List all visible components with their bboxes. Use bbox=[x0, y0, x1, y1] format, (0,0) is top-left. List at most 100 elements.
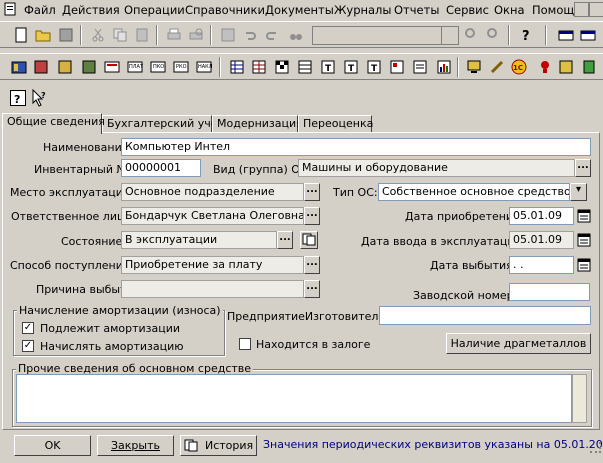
open-folder-icon[interactable] bbox=[35, 27, 51, 43]
monitor-icon[interactable] bbox=[466, 59, 482, 75]
menu-actions[interactable]: Действия bbox=[62, 3, 120, 17]
help-question-icon[interactable]: ? bbox=[518, 27, 534, 44]
menu-operations[interactable]: Операции bbox=[124, 3, 185, 17]
platezh-doc-icon[interactable]: ПЛАТ bbox=[127, 59, 144, 75]
disposal-reason-field[interactable] bbox=[121, 280, 304, 298]
alert-icon[interactable] bbox=[537, 59, 553, 75]
tools-icon[interactable] bbox=[489, 59, 505, 75]
state-field[interactable]: В эксплуатации bbox=[121, 231, 277, 249]
asset-group-field[interactable]: Машины и оборудование bbox=[298, 159, 575, 177]
report-analysis-icon[interactable] bbox=[389, 59, 405, 75]
pledge-checkbox[interactable] bbox=[239, 338, 251, 350]
invoice-doc-icon[interactable]: НАКЛ bbox=[196, 59, 213, 75]
tab-revaluation[interactable]: Переоценка bbox=[298, 115, 373, 133]
payment-order-icon[interactable] bbox=[104, 59, 120, 75]
entries-journal-icon[interactable] bbox=[57, 59, 73, 75]
receipt-method-label: Способ поступления: bbox=[10, 259, 134, 272]
other-info-textarea[interactable] bbox=[16, 374, 572, 423]
resize-grip-icon[interactable] bbox=[590, 442, 601, 453]
menu-documents[interactable]: Документы bbox=[265, 3, 334, 17]
accrue-amortization-label: Начислять амортизацию bbox=[40, 340, 184, 353]
asset-type-dropdown-icon[interactable]: ▾ bbox=[570, 183, 587, 201]
menu-windows[interactable]: Окна bbox=[494, 3, 525, 17]
report-card-icon[interactable] bbox=[412, 59, 428, 75]
operation-date-field[interactable]: 05.01.09 bbox=[509, 231, 574, 249]
settings-icon[interactable] bbox=[558, 59, 574, 75]
receipt-method-field[interactable]: Приобретение за плату bbox=[121, 256, 304, 274]
disposal-date-field[interactable]: . . bbox=[509, 256, 574, 274]
amortization-subject-label: Подлежит амортизации bbox=[40, 322, 181, 335]
exit-icon[interactable] bbox=[581, 59, 597, 75]
name-field[interactable]: Компьютер Интел bbox=[121, 138, 591, 156]
find-next-icon[interactable] bbox=[464, 27, 480, 43]
report-t3-icon[interactable]: T bbox=[366, 59, 382, 75]
responsible-field[interactable]: Бондарчук Светлана Олеговна bbox=[121, 207, 304, 225]
precious-metals-button[interactable]: Наличие драгметаллов bbox=[446, 333, 591, 354]
operation-calendar-icon[interactable] bbox=[577, 233, 591, 247]
amortization-subject-checkbox[interactable]: ✓ bbox=[22, 322, 34, 334]
operations-journal-icon[interactable] bbox=[33, 59, 49, 75]
context-help-icon[interactable]: ? bbox=[31, 88, 47, 107]
properties-icon[interactable] bbox=[220, 27, 236, 43]
menu-file[interactable]: Файл bbox=[24, 3, 56, 17]
report-list-icon[interactable] bbox=[297, 59, 313, 75]
calendar-icon[interactable] bbox=[580, 27, 596, 43]
menu-service[interactable]: Сервис bbox=[446, 3, 489, 17]
asset-type-select[interactable]: Собственное основное средство bbox=[378, 183, 570, 201]
report-grid-icon[interactable] bbox=[229, 59, 245, 75]
report-t2-icon[interactable]: T bbox=[343, 59, 359, 75]
history-button[interactable]: История bbox=[180, 435, 257, 456]
acquisition-calendar-icon[interactable] bbox=[577, 209, 591, 223]
receipt-method-select-button[interactable]: ... bbox=[304, 256, 320, 274]
calculator-icon[interactable] bbox=[558, 27, 574, 43]
print-preview-icon[interactable] bbox=[188, 27, 204, 43]
tab-accounting[interactable]: Бухгалтерский учет bbox=[102, 115, 224, 133]
report-t-icon[interactable]: T bbox=[320, 59, 336, 75]
print-icon[interactable] bbox=[166, 27, 182, 43]
asset-group-select-button[interactable]: ... bbox=[575, 159, 591, 177]
redo-icon[interactable] bbox=[264, 27, 280, 43]
serial-number-field[interactable] bbox=[509, 283, 590, 301]
location-field[interactable]: Основное подразделение bbox=[121, 183, 304, 201]
menu-reports[interactable]: Отчеты bbox=[394, 3, 439, 17]
disposal-reason-select-button[interactable]: ... bbox=[304, 280, 320, 298]
find-icon[interactable] bbox=[288, 27, 304, 43]
inventory-number-field[interactable]: 00000001 bbox=[121, 159, 201, 177]
location-select-button[interactable]: ... bbox=[304, 183, 320, 201]
report-table-icon[interactable] bbox=[251, 59, 267, 75]
responsible-select-button[interactable]: ... bbox=[304, 207, 320, 225]
balance-icon[interactable] bbox=[81, 59, 97, 75]
help-icon[interactable]: ? bbox=[10, 90, 26, 106]
chart-accounts-icon[interactable] bbox=[11, 59, 27, 75]
tab-general[interactable]: Общие сведения bbox=[2, 113, 105, 134]
disposal-calendar-icon[interactable] bbox=[577, 258, 591, 272]
rko-doc-icon[interactable]: РКО bbox=[173, 59, 189, 75]
menu-references[interactable]: Справочники bbox=[185, 3, 265, 17]
paste-icon[interactable] bbox=[134, 27, 150, 43]
ok-button[interactable]: OK bbox=[14, 435, 91, 456]
menu-journals[interactable]: Журналы bbox=[334, 3, 392, 17]
restore-icon[interactable] bbox=[589, 2, 603, 17]
close-button[interactable]: Закрыть bbox=[97, 435, 174, 456]
svg-text:?: ? bbox=[522, 29, 530, 43]
tab-modernization[interactable]: Модернизация bbox=[212, 115, 303, 133]
report-checker-icon[interactable] bbox=[274, 59, 290, 75]
svg-text:РКО: РКО bbox=[176, 64, 187, 70]
minimize-icon[interactable] bbox=[574, 2, 589, 17]
report-chart-icon[interactable] bbox=[436, 59, 452, 75]
1c-logo-icon[interactable]: 1С bbox=[511, 59, 527, 75]
manufacturer-field[interactable] bbox=[379, 306, 591, 325]
accrue-amortization-checkbox[interactable]: ✓ bbox=[22, 340, 34, 352]
other-info-scrollbar[interactable] bbox=[572, 374, 587, 423]
state-select-button[interactable]: ... bbox=[277, 231, 293, 249]
undo-icon[interactable] bbox=[242, 27, 258, 43]
new-document-icon[interactable] bbox=[13, 27, 29, 43]
pko-doc-icon[interactable]: ПКО bbox=[150, 59, 166, 75]
state-history-icon[interactable] bbox=[300, 231, 318, 249]
copy-icon[interactable] bbox=[112, 27, 128, 43]
save-icon[interactable] bbox=[58, 27, 74, 43]
acquisition-date-field[interactable]: 05.01.09 bbox=[509, 207, 574, 225]
search-combo[interactable] bbox=[312, 26, 459, 45]
cut-icon[interactable] bbox=[90, 27, 106, 43]
find-prev-icon[interactable] bbox=[486, 27, 502, 43]
